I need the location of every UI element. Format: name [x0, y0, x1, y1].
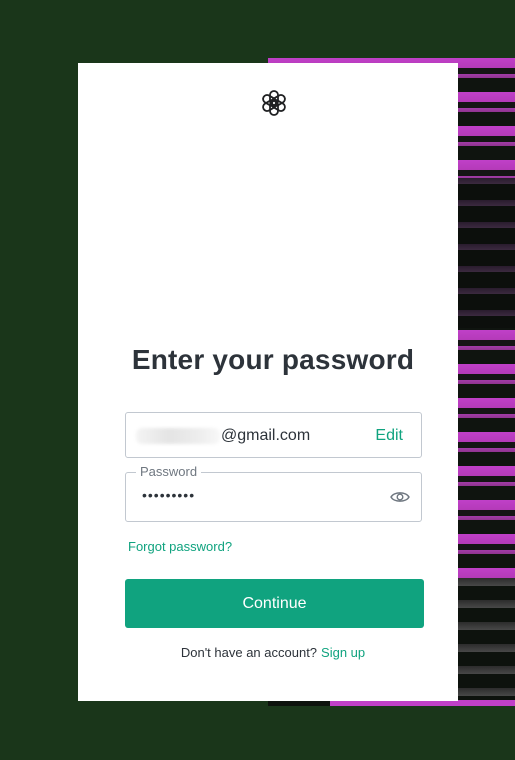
- signup-row: Don't have an account? Sign up: [78, 645, 468, 660]
- openai-logo-icon: [262, 90, 286, 116]
- email-display-field: @gmail.com Edit: [125, 412, 422, 458]
- eye-icon[interactable]: [390, 489, 410, 505]
- continue-button[interactable]: Continue: [125, 579, 424, 628]
- redacted-email-prefix: [136, 428, 220, 444]
- signup-link[interactable]: Sign up: [321, 645, 365, 660]
- forgot-password-link[interactable]: Forgot password?: [128, 539, 232, 554]
- password-field[interactable]: Password: [125, 464, 422, 522]
- email-domain-text: @gmail.com: [221, 427, 311, 444]
- password-input[interactable]: [140, 486, 384, 504]
- password-label: Password: [136, 464, 202, 479]
- login-card: Enter your password @gmail.com Edit Pass…: [78, 63, 458, 701]
- page-title: Enter your password: [131, 344, 415, 375]
- edit-email-link[interactable]: Edit: [375, 427, 403, 445]
- signup-prompt: Don't have an account?: [180, 645, 318, 660]
